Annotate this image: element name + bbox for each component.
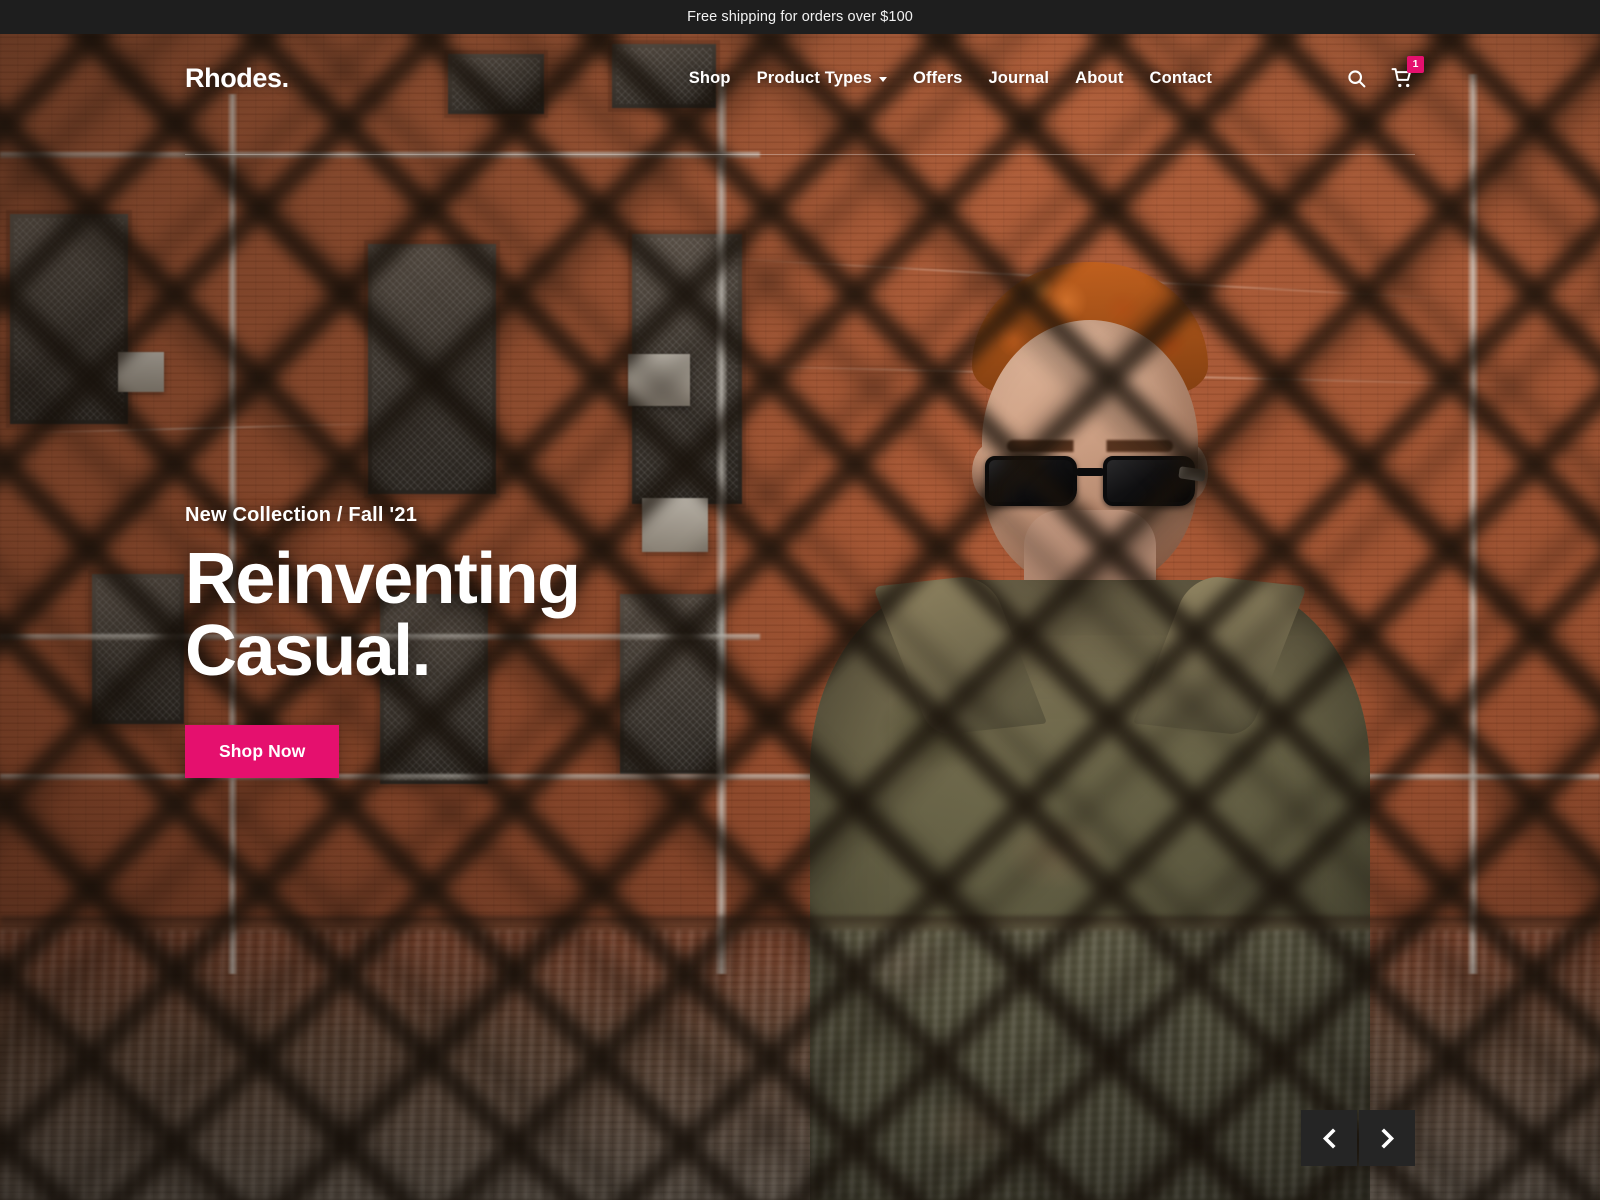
hero-headline: Reinventing Casual. [185,543,845,687]
nav-label: Offers [912,68,963,87]
nav-item-journal[interactable]: Journal [975,59,1062,98]
cart-count-badge: 1 [1407,56,1424,73]
shop-now-button[interactable]: Shop Now [185,725,340,778]
nav-item-contact[interactable]: Contact [1137,59,1225,98]
nav-item-about[interactable]: About [1062,59,1136,98]
site-logo[interactable]: Rhodes. [185,63,289,94]
nav-item-offers[interactable]: Offers [900,59,976,98]
site-header: Rhodes. Shop Product Types Offers Journa… [0,34,1600,122]
carousel-controls [1301,1110,1415,1166]
nav-label: Product Types [756,68,872,87]
nav-item-product-types[interactable]: Product Types [744,59,900,98]
search-icon [1347,69,1365,87]
hero-eyebrow: New Collection / Fall '21 [185,504,418,526]
header-actions: 1 [1343,56,1424,91]
hero-headline-line-2: Casual. [185,611,432,691]
nav-item-shop[interactable]: Shop [676,59,744,98]
search-button[interactable] [1343,65,1369,91]
page-root: Free shipping for orders over $100 Rhode… [0,0,1600,1200]
cart-button[interactable]: 1 [1389,56,1424,91]
nav-label: Contact [1149,68,1212,87]
announcement-bar: Free shipping for orders over $100 [0,0,1600,34]
carousel-next-button[interactable] [1359,1110,1415,1166]
chevron-down-icon [878,76,887,82]
nav-label: About [1075,68,1124,87]
main-navigation: Shop Product Types Offers Journal About … [676,59,1225,98]
announcement-text: Free shipping for orders over $100 [687,9,913,25]
carousel-prev-button[interactable] [1301,1110,1357,1166]
chevron-left-icon [1322,1127,1336,1149]
hero-headline-line-1: Reinventing [185,539,581,619]
header-divider [185,154,1415,155]
hero-content: New Collection / Fall '21 Reinventing Ca… [185,504,845,778]
chevron-right-icon [1380,1127,1394,1149]
hero-section: Rhodes. Shop Product Types Offers Journa… [0,34,1600,1200]
nav-label: Shop [688,68,731,87]
nav-label: Journal [988,68,1050,87]
